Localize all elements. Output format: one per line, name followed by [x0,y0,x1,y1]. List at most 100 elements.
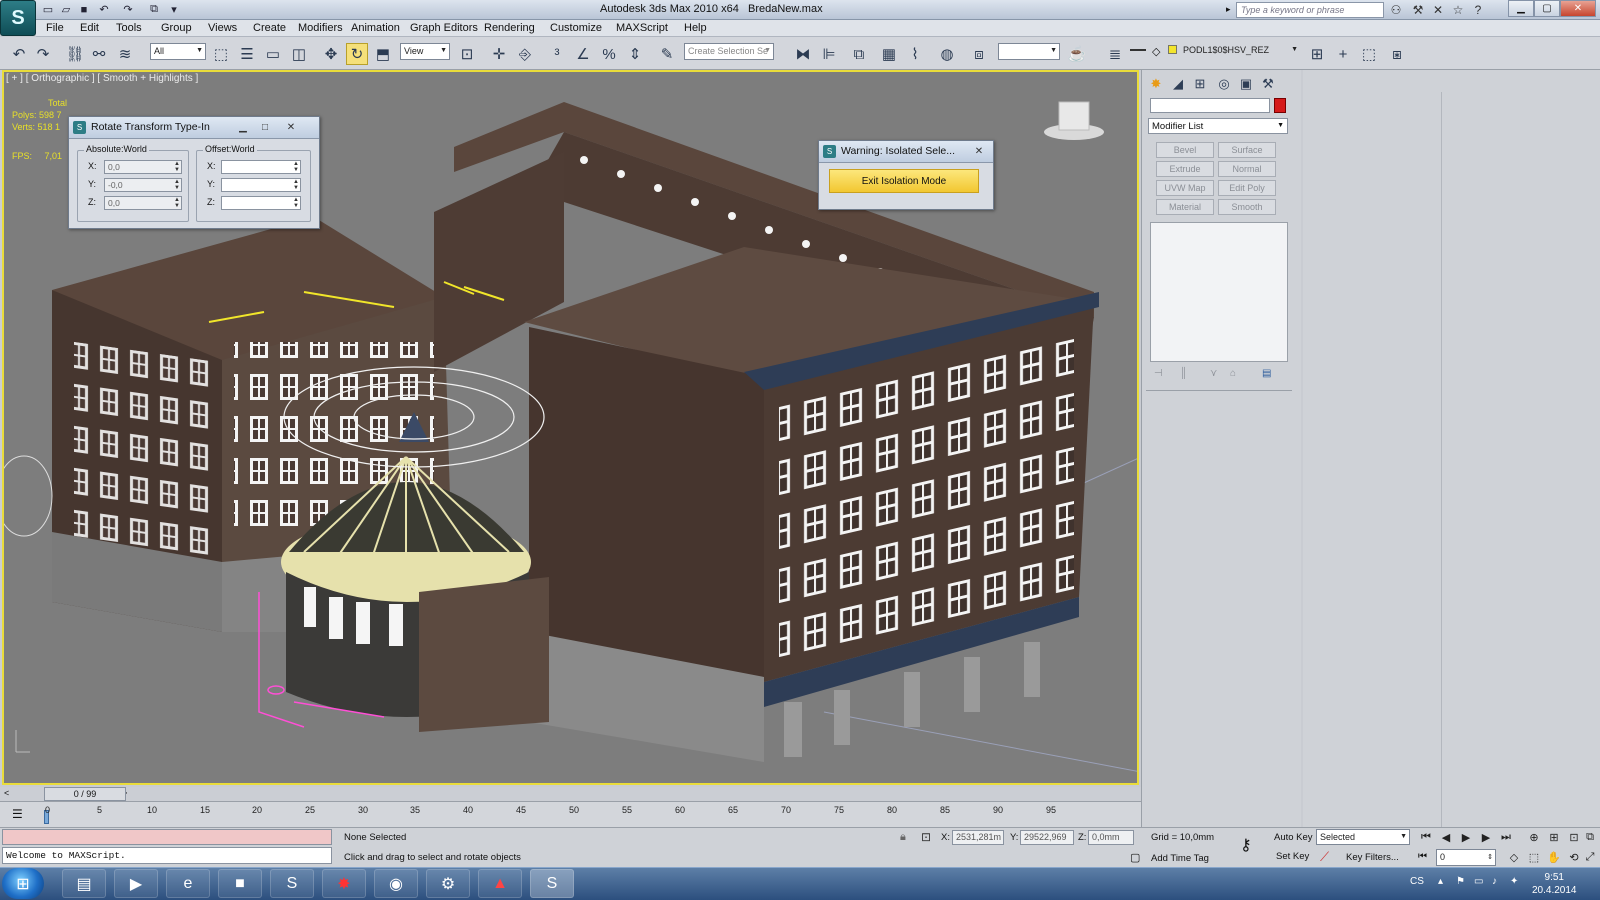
open-icon[interactable]: ▱ [58,2,74,17]
layer-dropdown[interactable]: PODL1$0$HSV_REZ ▼ [1180,43,1300,60]
key-mode-icon[interactable]: ⏮ [1418,851,1427,862]
go-to-end-icon[interactable]: ⏭ [1498,829,1514,845]
undo-icon[interactable]: ↶ [8,43,30,65]
uvw-map-button[interactable]: UVW Map [1156,180,1214,196]
y-coordinate-field[interactable]: 29522,969 [1020,830,1074,845]
abs-z-spinner[interactable]: 0,0 ▲ ▼ [104,196,182,210]
render-setup-icon[interactable]: ⧈ [968,43,990,65]
curve-editor-icon[interactable]: ⌇ [904,43,926,65]
move-icon[interactable]: ✥ [320,43,342,65]
terminal-icon[interactable]: ■ [218,869,262,898]
scale-icon[interactable]: ⬒ [372,43,394,65]
hierarchy-tab-icon[interactable]: ⊞ [1190,74,1210,94]
layer-manager-icon[interactable]: ⧉ [848,43,870,65]
abs-x-spinner[interactable]: 0,0 ▲ ▼ [104,160,182,174]
layers-icon[interactable]: ≣ [1104,43,1126,65]
project-folder-icon[interactable]: ⧉ [146,2,162,17]
key-mode-dropdown[interactable]: Selected ▼ [1316,829,1410,845]
file-explorer-icon[interactable]: ▤ [62,869,106,898]
chrome-icon[interactable]: ◉ [374,869,418,898]
select-manipulate-icon[interactable]: ✛ [488,43,510,65]
auto-key-button[interactable]: Auto Key [1274,832,1313,843]
modify-tab-icon[interactable]: ◢ [1168,74,1188,94]
new-icon[interactable]: ▭ [40,2,56,17]
key-mode-toggle-icon[interactable]: ⟋ [1320,849,1329,865]
set-current-layer-icon[interactable]: ⧆ [1386,43,1408,65]
maximize-button[interactable]: ▢ [1534,0,1560,17]
rotate-icon[interactable]: ↻ [346,43,368,65]
quick-access-dropdown-icon[interactable]: ▾ [166,2,182,17]
region-zoom-icon[interactable]: ⬚ [1526,849,1542,865]
menu-help[interactable]: Help [684,22,707,34]
set-key-button[interactable]: Set Key [1276,851,1309,862]
help-icon[interactable]: ? [1470,2,1486,18]
favorites-icon[interactable]: ☆ [1450,2,1466,18]
tool-icon[interactable]: ⚙ [426,869,470,898]
network-icon[interactable]: ▭ [1474,876,1483,887]
window-crossing-icon[interactable]: ◫ [288,43,310,65]
pan-icon[interactable]: ✋ [1546,849,1562,865]
search-arrow-icon[interactable]: ▸ [1226,4,1231,15]
time-slider[interactable]: 0 / 99 [44,787,126,801]
media-player-icon[interactable]: ▶ [114,869,158,898]
align-icon[interactable]: ⊫ [818,43,840,65]
motion-tab-icon[interactable]: ◎ [1214,74,1234,94]
acrobat-icon[interactable]: ▲ [478,869,522,898]
select-by-name-icon[interactable]: ☰ [236,43,258,65]
angle-snap-icon[interactable]: ∠ [572,43,594,65]
maximize-viewport-icon[interactable]: ⤢ [1582,849,1598,865]
z-coordinate-field[interactable]: 0,0mm [1088,830,1134,845]
graphite-toggle-icon[interactable]: ▦ [878,43,900,65]
extrude-button[interactable]: Extrude [1156,161,1214,177]
skype-icon[interactable]: S [270,869,314,898]
menu-file[interactable]: File [46,22,64,34]
internet-explorer-icon[interactable]: e [166,869,210,898]
current-frame-field[interactable]: 0 ⇕ [1436,849,1496,866]
modifier-list-dropdown[interactable]: Modifier List ▼ [1148,118,1288,134]
rotate-dialog-titlebar[interactable]: S Rotate Transform Type-In ▁ □ ✕ [69,117,319,139]
edit-named-selection-icon[interactable]: ✎ [656,43,678,65]
clock[interactable]: 9:51 20.4.2014 [1532,871,1577,897]
undo-icon[interactable]: ↶ [96,2,112,17]
utilities-tab-icon[interactable]: ⚒ [1258,74,1278,94]
exit-isolation-mode-button[interactable]: Exit Isolation Mode [829,169,979,193]
maxscript-listener-output[interactable]: Welcome to MAXScript. [2,847,332,864]
surface-button[interactable]: Surface [1218,142,1276,158]
dialog-maximize-button[interactable]: □ [257,120,273,134]
spinner-snap-icon[interactable]: ⇕ [624,43,646,65]
zoom-extents-icon[interactable]: ⊡ [1566,829,1582,845]
rectangular-selection-icon[interactable]: ▭ [262,43,284,65]
maxscript-listener-input[interactable] [2,829,332,845]
key-filters-button[interactable]: Key Filters... [1346,852,1399,863]
3dsmax-logo-icon[interactable]: S [0,0,36,36]
off-x-spinner[interactable]: ▲ ▼ [221,160,301,174]
menu-customize[interactable]: Customize [550,22,602,34]
menu-rendering[interactable]: Rendering [484,22,535,34]
next-frame-icon[interactable]: ▶ [1478,829,1494,845]
configure-sets-icon[interactable]: ▤ [1262,368,1271,379]
pivot-center-icon[interactable]: ⊡ [456,43,478,65]
material-button[interactable]: Material [1156,199,1214,215]
show-end-result-icon[interactable]: ║ [1180,368,1187,379]
mini-curve-editor-icon[interactable]: ☰ [12,807,23,821]
zoom-all-icon[interactable]: ⊞ [1546,829,1562,845]
normal-button[interactable]: Normal [1218,161,1276,177]
remove-modifier-icon[interactable]: ⌂ [1230,368,1236,379]
percent-snap-icon[interactable]: % [598,43,620,65]
abs-y-spinner[interactable]: -0,0 ▲ ▼ [104,178,182,192]
smooth-button[interactable]: Smooth [1218,199,1276,215]
warning-close-button[interactable]: ✕ [971,144,987,158]
minimize-button[interactable]: ▁ [1508,0,1534,17]
selection-filter-dropdown[interactable]: All ▼ [150,43,206,60]
dialog-close-button[interactable]: ✕ [283,120,299,134]
dialog-minimize-button[interactable]: ▁ [235,120,251,134]
object-name-field[interactable] [1150,98,1270,113]
mirror-icon[interactable]: ⧓ [792,43,814,65]
bevel-button[interactable]: Bevel [1156,142,1214,158]
snap-toggle-icon[interactable]: ³ [546,43,568,65]
menu-graph-editors[interactable]: Graph Editors [410,22,478,34]
time-slider-track[interactable]: < > [0,787,1141,801]
key-icon[interactable]: ⚷ [1240,835,1252,855]
menu-group[interactable]: Group [161,22,192,34]
make-unique-icon[interactable]: ⋎ [1210,368,1217,379]
